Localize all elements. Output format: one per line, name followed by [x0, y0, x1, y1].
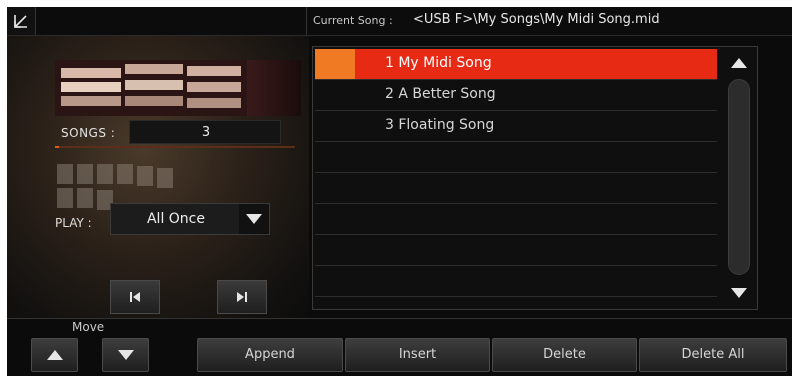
insert-button-label: Insert [398, 347, 437, 362]
empty-list-row[interactable] [315, 266, 717, 297]
songs-count-box: 3 [129, 120, 281, 144]
songs-divider [55, 146, 295, 148]
jukebox-title-strips-image [55, 60, 301, 116]
list-item[interactable]: 1 My Midi Song [315, 49, 717, 80]
previous-song-button[interactable] [110, 280, 160, 314]
list-item[interactable]: 3 Floating Song [315, 111, 717, 142]
bottom-divider [7, 318, 792, 319]
delete-button[interactable]: Delete [492, 338, 637, 372]
left-panel: SONGS : 3 PLAY : All Once [7, 36, 309, 318]
songs-divider-accent [55, 146, 59, 148]
scroll-down-button[interactable] [722, 279, 756, 307]
triangle-down-icon [117, 350, 134, 360]
triangle-up-icon [731, 58, 747, 68]
move-label: Move [72, 320, 105, 334]
play-mode-value: All Once [146, 211, 205, 227]
insert-button[interactable]: Insert [345, 338, 490, 372]
next-track-icon [237, 292, 247, 302]
delete-button-label: Delete [543, 347, 586, 362]
delete-all-button[interactable]: Delete All [639, 338, 787, 372]
chevron-down-icon [246, 214, 262, 224]
append-button[interactable]: Append [197, 338, 343, 372]
row-selection-marker [315, 111, 355, 141]
triangle-up-icon [46, 350, 63, 360]
delete-all-button-label: Delete All [681, 347, 745, 362]
empty-list-row[interactable] [315, 173, 717, 204]
song-list: 1 My Midi Song 2 A Better Song 3 Floatin… [312, 46, 758, 310]
row-selection-marker [315, 49, 355, 79]
songs-count-row: SONGS : 3 [55, 120, 281, 144]
next-song-button[interactable] [217, 280, 267, 314]
current-song-label: Current Song : [313, 14, 393, 27]
scroll-up-button[interactable] [722, 49, 756, 77]
exit-arrow-icon [14, 15, 27, 28]
top-bar: Current Song : <USB F>\My Songs\My Midi … [7, 7, 792, 36]
play-label: PLAY : [55, 216, 92, 230]
play-mode-dropdown-button[interactable] [239, 204, 269, 234]
row-selection-marker [315, 80, 355, 110]
list-item-label: 3 Floating Song [385, 117, 495, 133]
move-down-button[interactable] [102, 338, 149, 372]
list-item-label: 1 My Midi Song [385, 55, 492, 71]
previous-track-icon [130, 292, 140, 302]
list-item[interactable]: 2 A Better Song [315, 80, 717, 111]
move-up-button[interactable] [31, 338, 78, 372]
exit-button[interactable] [7, 7, 36, 35]
empty-list-row[interactable] [315, 235, 717, 266]
songs-label: SONGS : [61, 126, 116, 140]
empty-list-row[interactable] [315, 204, 717, 235]
append-button-label: Append [245, 347, 295, 362]
scrollbar-thumb[interactable] [728, 79, 750, 275]
triangle-down-icon [731, 288, 747, 298]
play-mode-select[interactable]: All Once [110, 203, 270, 235]
empty-list-row[interactable] [315, 142, 717, 173]
song-book-screen: Current Song : <USB F>\My Songs\My Midi … [7, 7, 792, 376]
list-item-label: 2 A Better Song [385, 86, 496, 102]
title-divider [306, 7, 307, 35]
songs-count-value: 3 [201, 125, 211, 140]
current-song-path: <USB F>\My Songs\My Midi Song.mid [413, 12, 660, 27]
list-scrollbar[interactable] [722, 46, 756, 310]
